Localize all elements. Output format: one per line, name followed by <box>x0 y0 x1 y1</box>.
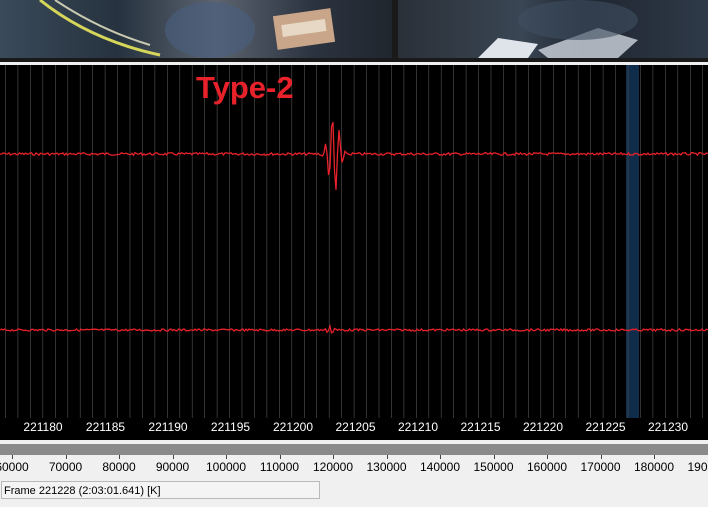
sample-tick-label: 70000 <box>48 460 83 474</box>
overlay-type-label: Type-2 <box>196 70 294 105</box>
sample-tick-label: 90000 <box>155 460 190 474</box>
waveform-panel[interactable]: 221180 221185 221190 221195 221200 221205 2212… <box>0 65 708 440</box>
video-preview-left <box>0 0 392 58</box>
sample-tick-label: 160000 <box>526 460 568 474</box>
sample-tick-mark <box>172 455 174 459</box>
sample-axis: 60000 70000 80000 90000 100000 110000 120000 13… <box>0 455 708 477</box>
frame-tick-labels: 221180 221185 221190 221195 221200 221205 2212… <box>23 420 688 434</box>
timeline-scrollbar[interactable] <box>0 444 708 455</box>
video-preview-right <box>398 0 708 58</box>
sample-tick-mark <box>226 455 227 459</box>
video-frame-left-image <box>39 0 336 58</box>
frame-tick-label: 221220 <box>523 420 563 434</box>
frame-tick-label: 221185 <box>86 420 125 434</box>
sample-tick-label: 170000 <box>580 460 621 474</box>
frame-tick-label: 221230 <box>648 420 688 434</box>
frame-grid <box>5 65 704 418</box>
status-bar: Frame 221228 (2:03:01.641) [K] <box>0 481 708 507</box>
sample-tick-label: 100000 <box>205 460 247 474</box>
sample-tick-mark <box>547 455 548 459</box>
sample-tick-label: 180000 <box>633 460 675 474</box>
frame-tick-label: 221225 <box>585 420 625 434</box>
frame-tick-label: 221180 <box>23 420 62 434</box>
sample-tick-mark <box>493 455 495 459</box>
sample-tick-label: 150000 <box>473 460 514 474</box>
sample-tick-label: 130000 <box>366 460 407 474</box>
sample-tick-mark <box>440 455 441 459</box>
frame-tick-label: 221205 <box>335 420 375 434</box>
frame-tick-label: 221215 <box>460 420 500 434</box>
sample-tick-mark <box>279 455 281 459</box>
sample-tick-mark <box>12 455 13 459</box>
frame-status-field: Frame 221228 (2:03:01.641) [K] <box>1 481 320 499</box>
frame-tick-label: 221190 <box>148 420 187 434</box>
video-preview-strip <box>0 0 708 62</box>
sample-tick-label: 190000 <box>687 460 708 474</box>
sample-tick-mark <box>600 455 602 459</box>
frame-tick-label: 221200 <box>273 420 313 434</box>
sample-tick-mark <box>654 455 655 459</box>
sample-tick-label: 60000 <box>0 460 29 474</box>
sample-tick-mark <box>65 455 67 459</box>
video-frame-right-image <box>478 0 638 58</box>
sample-tick-mark <box>333 455 334 459</box>
waveform-canvas[interactable]: 221180 221185 221190 221195 221200 221205 2212… <box>0 65 708 440</box>
sample-tick-label: 80000 <box>102 460 136 474</box>
frame-tick-label: 221195 <box>211 420 250 434</box>
sample-tick-mark <box>386 455 388 459</box>
sample-tick-label: 140000 <box>419 460 461 474</box>
sample-tick-label: 110000 <box>259 460 300 474</box>
sample-tick-mark <box>119 455 120 459</box>
sample-tick-label: 120000 <box>312 460 354 474</box>
frame-tick-label: 221210 <box>398 420 438 434</box>
